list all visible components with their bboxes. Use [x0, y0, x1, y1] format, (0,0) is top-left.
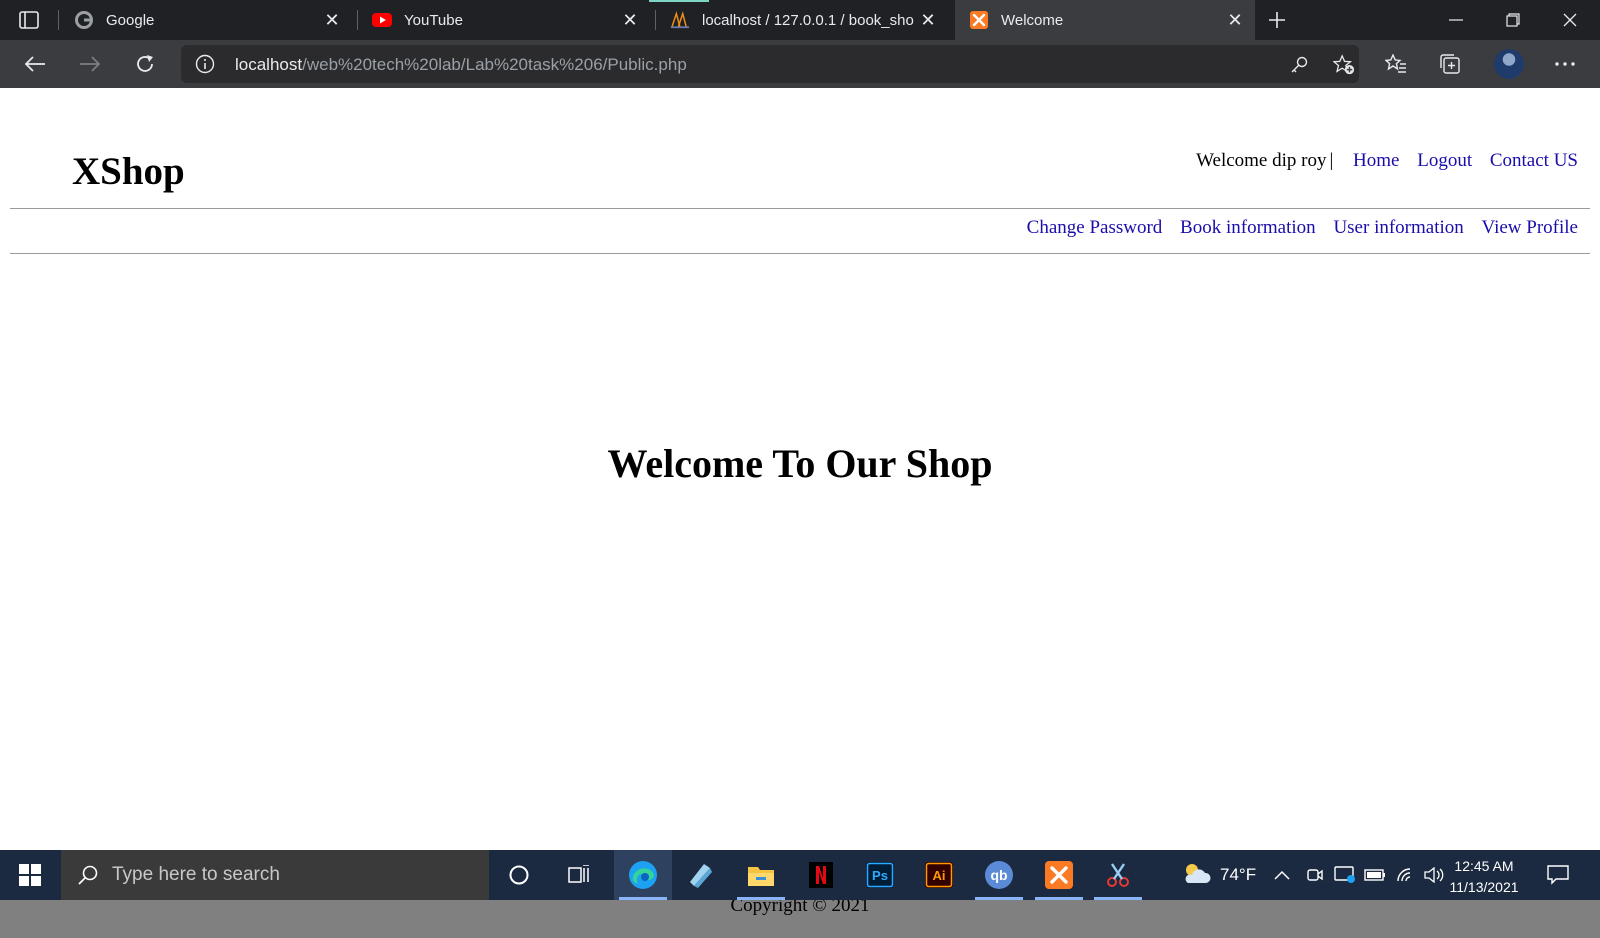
add-favorite-icon[interactable]	[1333, 54, 1355, 76]
svg-text:Ps: Ps	[872, 868, 888, 883]
nav-separator: |	[1329, 150, 1334, 171]
site-logo[interactable]: XShop	[72, 149, 185, 194]
refresh-icon[interactable]	[128, 48, 162, 80]
cortana-icon[interactable]	[490, 850, 548, 900]
new-tab-icon[interactable]	[1262, 6, 1292, 34]
taskbar-search-input[interactable]: Type here to search	[61, 850, 489, 900]
snipping-tool-icon[interactable]	[1089, 850, 1147, 900]
browser-toolbar: localhost/web%20tech%20lab/Lab%20task%20…	[0, 40, 1600, 88]
url-path: /web%20tech%20lab/Lab%20task%206/Public.…	[302, 55, 687, 74]
taskbar-clock[interactable]: 12:45 AM 11/13/2021	[1444, 856, 1524, 898]
tab-youtube[interactable]: YouTube ✕	[358, 0, 650, 40]
url-host: localhost	[235, 55, 303, 74]
google-icon	[74, 10, 94, 30]
subnav-divider	[10, 253, 1590, 254]
header-divider	[10, 208, 1590, 209]
netflix-icon[interactable]	[792, 850, 850, 900]
battery-icon[interactable]	[1364, 850, 1386, 900]
meet-now-icon[interactable]	[1306, 850, 1324, 900]
book-information-link[interactable]: Book information	[1180, 217, 1316, 238]
tab-phpmyadmin[interactable]: localhost / 127.0.0.1 / book_shop ✕	[656, 0, 948, 40]
close-icon[interactable]: ✕	[914, 6, 942, 34]
key-icon[interactable]	[1288, 54, 1310, 76]
close-icon[interactable]: ✕	[1221, 6, 1249, 34]
wifi-icon[interactable]	[1396, 850, 1416, 900]
youtube-icon	[372, 10, 392, 30]
user-information-link[interactable]: User information	[1333, 217, 1463, 238]
qbittorrent-icon[interactable]: qb	[970, 850, 1028, 900]
phpmyadmin-icon	[670, 10, 690, 30]
device-status-icon[interactable]	[1334, 850, 1356, 900]
tab-title: YouTube	[404, 11, 463, 29]
show-hidden-icons-icon[interactable]	[1274, 850, 1290, 900]
view-profile-link[interactable]: View Profile	[1482, 217, 1578, 238]
restore-icon[interactable]	[1485, 0, 1541, 40]
photoshop-icon[interactable]: Ps	[851, 850, 909, 900]
notifications-icon[interactable]	[1545, 862, 1571, 888]
web-page: XShop Welcome dip roy | Home Logout Conta…	[0, 88, 1600, 938]
top-navigation: Welcome dip roy | Home Logout Contact US	[1196, 150, 1578, 172]
clock-time: 12:45 AM	[1454, 858, 1514, 874]
tab-welcome[interactable]: Welcome ✕	[955, 0, 1255, 40]
welcome-user-text: Welcome dip roy	[1196, 150, 1327, 171]
favorites-icon[interactable]	[1382, 50, 1410, 78]
xampp-icon	[969, 10, 989, 30]
home-link[interactable]: Home	[1353, 150, 1399, 171]
profile-avatar[interactable]	[1494, 49, 1524, 79]
close-icon[interactable]: ✕	[616, 6, 644, 34]
minimize-icon[interactable]	[1428, 0, 1484, 40]
file-explorer-icon[interactable]	[732, 850, 790, 900]
search-icon	[76, 863, 100, 887]
edge-icon[interactable]	[614, 850, 672, 900]
start-icon[interactable]	[0, 850, 60, 900]
volume-icon[interactable]	[1424, 850, 1444, 900]
xampp-icon[interactable]	[1030, 850, 1088, 900]
collections-icon[interactable]	[1436, 50, 1464, 78]
browser-tab-strip: Google ✕ YouTube ✕ localhost / 127.0.0.1…	[0, 0, 1600, 40]
change-password-link[interactable]: Change Password	[1027, 217, 1163, 238]
close-icon[interactable]: ✕	[318, 6, 346, 34]
site-info-icon[interactable]	[195, 54, 215, 74]
tab-title: Welcome	[1001, 11, 1064, 29]
address-bar[interactable]: localhost/web%20tech%20lab/Lab%20task%20…	[181, 45, 1359, 83]
account-navigation: Change Password Book information User in…	[1014, 217, 1578, 239]
more-options-icon[interactable]	[1551, 50, 1579, 78]
tab-separator	[58, 10, 59, 30]
tab-title: localhost / 127.0.0.1 / book_shop	[702, 11, 914, 29]
back-icon[interactable]	[18, 48, 52, 80]
page-title: Welcome To Our Shop	[607, 441, 993, 486]
search-placeholder: Type here to search	[112, 864, 280, 885]
tab-google[interactable]: Google ✕	[60, 0, 352, 40]
svg-text:qb: qb	[990, 867, 1007, 883]
window-close-icon[interactable]	[1542, 0, 1598, 40]
url-text: localhost/web%20tech%20lab/Lab%20task%20…	[235, 55, 687, 75]
notepad-icon[interactable]	[672, 850, 730, 900]
contact-us-link[interactable]: Contact US	[1490, 150, 1578, 171]
weather-widget[interactable]: 74°F	[1180, 850, 1256, 900]
illustrator-icon[interactable]: Ai	[910, 850, 968, 900]
weather-temperature: 74°F	[1220, 865, 1257, 884]
svg-text:Ai: Ai	[933, 868, 946, 883]
clock-date: 11/13/2021	[1449, 879, 1519, 895]
tab-actions-menu-icon[interactable]	[12, 8, 46, 32]
task-view-icon[interactable]	[550, 850, 608, 900]
logout-link[interactable]: Logout	[1417, 150, 1472, 171]
tab-title: Google	[106, 11, 155, 29]
forward-icon[interactable]	[73, 48, 107, 80]
weather-cloud-icon	[1180, 861, 1212, 890]
windows-taskbar: Type here to search Ps Ai qb 74°F 12:45 …	[0, 850, 1600, 900]
